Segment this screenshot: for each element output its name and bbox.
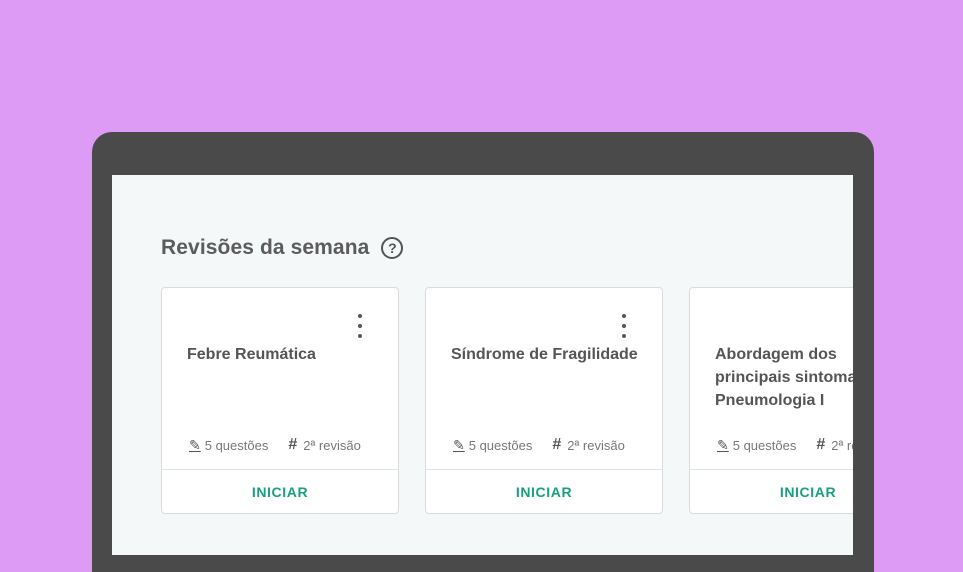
- questions-count: 5 questões: [204, 437, 269, 453]
- questions-count: 5 questões: [732, 437, 797, 453]
- revision-number: 2ª revisão: [303, 437, 361, 453]
- help-icon[interactable]: ?: [381, 237, 404, 259]
- app-screen: Revisões da semana ? Febre Reumática ✎ 5…: [112, 175, 853, 555]
- section-header: Revisões da semana ?: [161, 236, 404, 260]
- pencil-icon: ✎: [189, 436, 201, 453]
- page-title: Revisões da semana: [161, 236, 370, 259]
- review-card: Abordagem dos principais sintomas em Pne…: [689, 287, 853, 514]
- hash-icon: #: [288, 436, 298, 453]
- card-title: Abordagem dos principais sintomas em Pne…: [715, 346, 853, 409]
- card-title: Síndrome de Fragilidade: [451, 346, 638, 363]
- more-options-icon[interactable]: [355, 314, 365, 338]
- card-meta: ✎ 5 questões # 2ª revisão: [717, 436, 853, 454]
- pencil-icon: ✎: [717, 436, 729, 453]
- card-meta: ✎ 5 questões # 2ª revisão: [453, 436, 625, 454]
- start-button[interactable]: INICIAR: [162, 470, 398, 514]
- questions-count: 5 questões: [468, 437, 533, 453]
- pencil-icon: ✎: [453, 436, 465, 453]
- hash-icon: #: [552, 436, 562, 453]
- start-button[interactable]: INICIAR: [690, 470, 853, 514]
- revision-number: 2ª revisão: [567, 437, 625, 453]
- review-card: Febre Reumática ✎ 5 questões # 2ª revisã…: [161, 287, 399, 514]
- hash-icon: #: [816, 436, 826, 453]
- revision-number: 2ª revisão: [831, 437, 853, 453]
- review-card: Síndrome de Fragilidade ✎ 5 questões # 2…: [425, 287, 663, 514]
- card-title: Febre Reumática: [187, 346, 316, 363]
- more-options-icon[interactable]: [619, 314, 629, 338]
- start-button[interactable]: INICIAR: [426, 470, 662, 514]
- card-meta: ✎ 5 questões # 2ª revisão: [189, 436, 361, 454]
